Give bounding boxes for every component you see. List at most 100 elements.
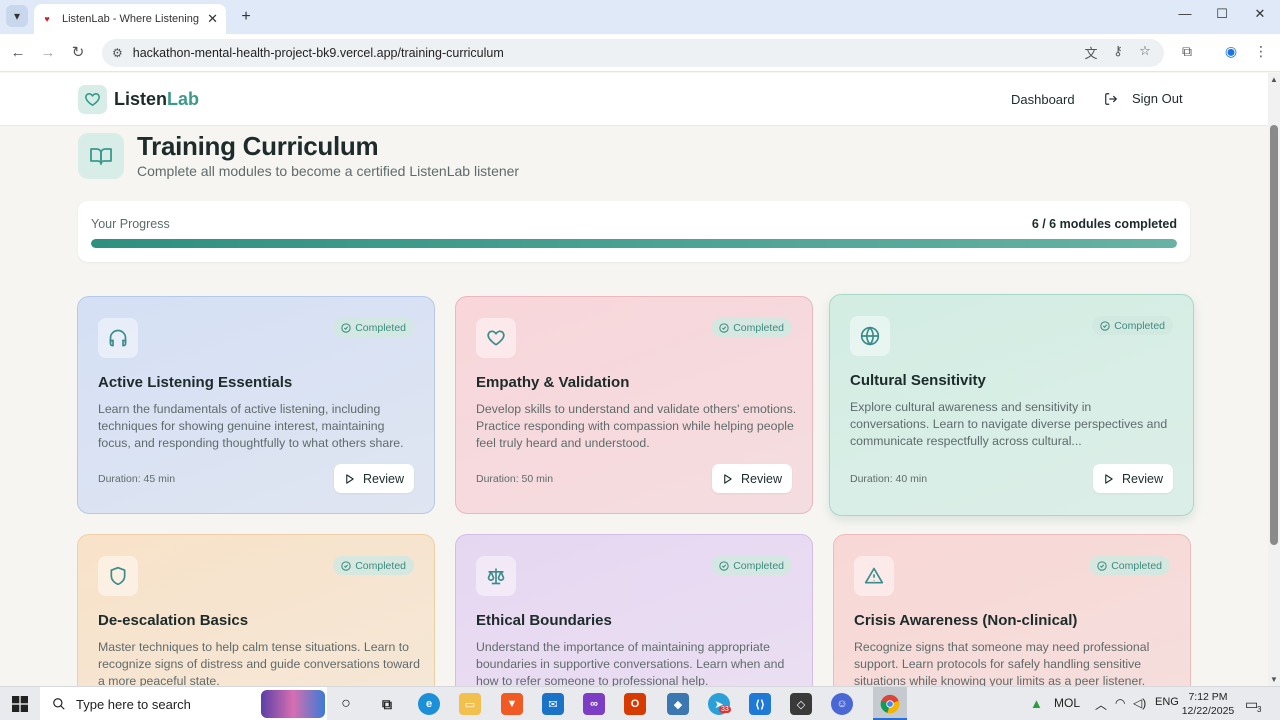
extensions-icon[interactable]: ⧉ [1177,43,1197,60]
minimize-icon[interactable]: — [1175,6,1195,21]
module-card-ethical-boundaries[interactable]: Completed Ethical Boundaries Understand … [455,534,813,686]
completed-badge: Completed [1089,556,1170,575]
progress-count: 6 / 6 modules completed [1031,217,1177,231]
discord-icon[interactable]: ☺ [831,693,853,715]
review-button[interactable]: Review [334,464,414,493]
module-card-empathy[interactable]: Completed Empathy & Validation Develop s… [455,296,813,514]
browser-tab[interactable]: ♥ ListenLab - Where Listening Be ✕ [34,4,226,34]
module-title: Crisis Awareness (Non-clinical) [854,612,1078,629]
language-indicator[interactable]: ENG [1155,696,1179,708]
python-icon[interactable]: ◆ [667,693,689,715]
module-card-de-escalation[interactable]: Completed De-escalation Basics Master te… [77,534,435,686]
mail-icon[interactable]: ✉ [542,693,564,715]
scrollbar-thumb[interactable] [1270,125,1278,545]
telegram-badge: 33 [719,706,731,713]
logo-heart-icon[interactable] [78,85,107,114]
module-title: Cultural Sensitivity [850,372,986,389]
nav-dashboard-link[interactable]: Dashboard [1011,92,1075,107]
progress-card: Your Progress 6 / 6 modules completed [78,201,1190,262]
forward-icon[interactable]: → [38,43,58,63]
visual-studio-icon[interactable]: ∞ [583,693,605,715]
maximize-icon[interactable]: ☐ [1212,6,1232,22]
close-window-icon[interactable]: ✕ [1250,6,1270,22]
reload-icon[interactable]: ↻ [68,43,88,63]
edge-icon[interactable]: e [418,693,440,715]
completed-badge: Completed [1092,316,1173,335]
module-duration: Duration: 40 min [850,473,928,485]
site-info-icon[interactable]: ⚙ [112,46,123,60]
progress-fill [91,239,1177,248]
menu-kebab-icon[interactable]: ⋮ [1251,43,1271,60]
stock-ticker[interactable]: MOL [1054,696,1080,710]
module-title: Ethical Boundaries [476,612,612,629]
module-title: De-escalation Basics [98,612,249,629]
scroll-up-icon[interactable]: ▲ [1270,75,1278,84]
review-button[interactable]: Review [1093,464,1173,493]
module-description: Explore cultural awareness and sensitivi… [850,400,1168,448]
completed-badge: Completed [711,556,792,575]
page-scrollbar[interactable]: ▲ ▼ [1268,73,1280,686]
git-icon[interactable]: ◇ [790,693,812,715]
module-card-crisis-awareness[interactable]: Completed Crisis Awareness (Non-clinical… [833,534,1191,686]
office-icon[interactable]: O [624,693,646,715]
module-description: Recognize signs that someone may need pr… [854,640,1150,686]
back-icon[interactable]: ← [8,43,28,63]
check-circle-icon [1097,560,1107,571]
module-description: Develop skills to understand and validat… [476,402,797,450]
page-subtitle: Complete all modules to become a certifi… [137,163,520,179]
windows-start-icon[interactable] [0,687,40,720]
warning-icon [854,556,894,596]
tray-chevron-icon[interactable]: ︿ [1095,696,1107,713]
logout-icon [1105,92,1118,105]
url-text: hackathon-mental-health-project-bk9.verc… [132,46,504,60]
module-description: Master techniques to help calm tense sit… [98,640,420,686]
tab-search-button[interactable]: ▾ [6,5,28,27]
headphones-icon [98,318,138,358]
completed-badge: Completed [333,318,414,337]
check-circle-icon [341,560,351,571]
sign-out-label: Sign Out [1132,91,1183,106]
review-button[interactable]: Review [712,464,792,493]
check-circle-icon [341,322,351,333]
check-circle-icon [719,560,729,571]
close-tab-icon[interactable]: ✕ [207,11,218,27]
module-card-cultural-sensitivity[interactable]: Completed Cultural Sensitivity Explore c… [829,294,1194,516]
password-key-icon[interactable]: ⚷ [1108,43,1128,59]
play-icon [724,473,732,484]
heart-icon [476,318,516,358]
chrome-taskbar-icon[interactable] [873,687,907,720]
module-title: Active Listening Essentials [98,374,293,391]
browser-tabbar: ▾ ♥ ListenLab - Where Listening Be ✕ + —… [0,0,1280,34]
notification-count: 3 [1257,705,1262,714]
page-title: Training Curriculum [137,131,379,161]
check-circle-icon [719,322,729,333]
vscode-icon[interactable]: ⟨⟩ [749,693,771,715]
clock[interactable]: 7:12 PM 12/22/2025 [1180,690,1236,718]
progress-track [91,239,1177,248]
sign-out-button[interactable]: Sign Out [1104,91,1183,106]
taskbar-search-input[interactable]: Type here to search [40,687,327,720]
module-duration: Duration: 45 min [98,473,176,485]
volume-icon[interactable]: ◁) [1133,696,1146,710]
bookmark-star-icon[interactable]: ☆ [1135,43,1155,59]
file-explorer-icon[interactable]: ▭ [459,693,481,715]
cortana-icon[interactable]: ○ [335,693,357,715]
favicon-icon: ♥ [44,14,50,24]
wifi-icon[interactable]: ◠ [1115,696,1125,710]
progress-label: Your Progress [91,217,170,231]
task-view-icon[interactable]: ⧉ [376,693,398,715]
check-circle-icon [1100,320,1110,331]
address-bar[interactable]: ⚙ hackathon-mental-health-project-bk9.ve… [102,39,1164,67]
globe-icon [850,316,890,356]
windows-taskbar: Type here to search ○ ⧉ e ▭ ▼ ✉ ∞ O ◆ ➤ … [0,686,1280,720]
scroll-down-icon[interactable]: ▼ [1270,675,1278,684]
module-card-active-listening[interactable]: Completed Active Listening Essentials Le… [77,296,435,514]
play-icon [1105,473,1113,484]
module-title: Empathy & Validation [476,374,630,391]
profile-icon[interactable]: ◉ [1221,43,1241,60]
new-tab-button[interactable]: + [236,7,256,27]
stock-chart-icon[interactable]: ▲ [1030,696,1043,711]
brand-name[interactable]: ListenLab [114,89,199,110]
brave-icon[interactable]: ▼ [501,693,523,715]
translate-icon[interactable]: 文 [1081,43,1101,62]
